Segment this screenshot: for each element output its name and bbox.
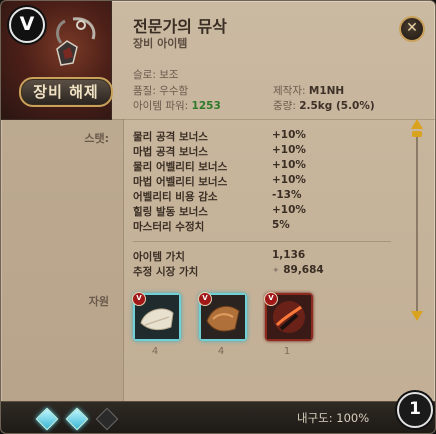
item-power: 아이템 파워: 1253 [133,98,221,113]
socket-gem-icon [35,407,59,431]
market-value: ✦ 89,684 [272,264,324,276]
maker-value: M1NH [308,85,345,97]
resource-count: 4 [151,346,159,357]
resource-slot-3[interactable]: V [264,292,313,341]
maker-text: 제작자: M1NH [273,83,344,98]
resources-section-label: 자원 [88,295,109,308]
item-type: 장비 아이템 [133,37,188,50]
scroll-down-arrow-icon[interactable] [411,311,423,321]
stat-value: 5% [272,219,290,231]
item-power-value: 1253 [191,100,221,112]
slot-text: 슬로: 보조 [133,69,179,81]
item-title: 전문가의 뮤삭 [133,17,227,36]
empty-socket-icon [95,407,119,431]
resource-count: 4 [217,346,225,357]
grade-badge: V [264,292,278,306]
grade-badge: V [9,7,45,43]
resource-slot-2[interactable]: V [198,292,247,341]
market-value-text: 89,684 [283,264,324,276]
grade-badge: V [132,292,146,306]
maker-label: 제작자: [273,85,306,97]
stat-name: 어벨리티 비용 감소 [133,191,218,203]
scroll-thumb[interactable] [412,131,422,137]
stats-section-label: 스탯: [84,132,109,145]
label-column [1,119,124,401]
stat-name: 물리 공격 보너스 [133,131,208,143]
item-tooltip-panel: V 장비 해제 전문가의 뮤삭 장비 아이템 ✕ 슬로: 보조 품질: 우수함 … [0,0,436,434]
close-button[interactable]: ✕ [399,16,425,42]
grade-badge: V [198,292,212,306]
durability-text: 내구도: 100% [297,411,370,425]
stat-name: 마법 어벨리티 보너스 [133,176,228,188]
scroll-track[interactable] [416,135,418,311]
stat-value: +10% [272,129,306,141]
stat-value: +10% [272,159,306,171]
coin-icon: ✦ [272,266,280,276]
item-value: 1,136 [272,249,306,261]
stat-value: +10% [272,204,306,216]
stat-value: +10% [272,174,306,186]
weight-text: 중량: 2.5kg (5.0%) [273,98,375,113]
stat-value: +10% [272,144,306,156]
socket-gem-icon [65,407,89,431]
tooltip-footer: 내구도: 100% [1,401,435,433]
stat-name: 물리 어벨리티 보너스 [133,161,228,173]
stat-name: 마법 공격 보너스 [133,146,208,158]
weight-value: 2.5kg (5.0%) [299,100,375,112]
stack-count-badge: 1 [397,392,433,428]
scroll-up-arrow-icon[interactable] [411,119,423,129]
quality-text: 품질: 우수함 [133,85,189,97]
scrollbar[interactable] [411,119,423,325]
unequip-button[interactable]: 장비 해제 [19,77,113,107]
item-power-label: 아이템 파워: [133,100,189,112]
divider [133,241,391,242]
amulet-icon [56,17,96,66]
resource-slot-1[interactable]: V [132,292,181,341]
item-value-label: 아이템 가치 [133,251,185,263]
resource-count: 1 [283,346,291,357]
stat-name: 마스터리 수정치 [133,221,205,233]
stat-name: 힐링 발동 보너스 [133,206,208,218]
weight-label: 중량: [273,100,296,112]
market-value-label: 추정 시장 가치 [133,266,199,278]
stat-value: -13% [272,189,302,201]
